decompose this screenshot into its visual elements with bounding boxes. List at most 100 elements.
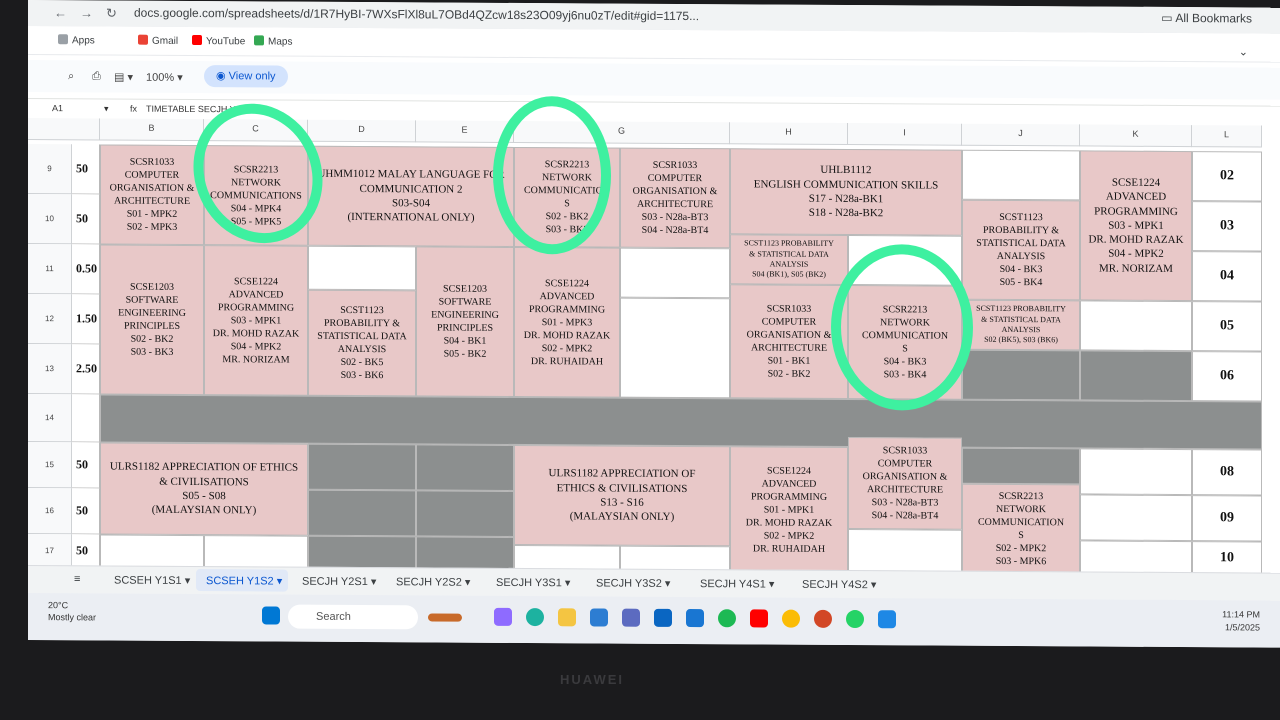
row-header-14[interactable]: 14 xyxy=(28,394,72,443)
timetable-cell[interactable]: SCSE1224 ADVANCED PROGRAMMING S03 - MPK1 DR.… xyxy=(1080,150,1192,302)
chrome-icon[interactable] xyxy=(782,609,800,628)
empty-cell[interactable] xyxy=(848,235,962,286)
time-cell[interactable]: 50 xyxy=(72,194,100,245)
timetable-cell[interactable]: SCST1123 PROBABILITY & STATISTICAL DATA ANA… xyxy=(962,199,1080,301)
timetable-cell[interactable]: ULRS1182 APPRECIATION OF ETHICS & CIVILIS… xyxy=(100,442,308,536)
bookmark-gmail[interactable]: Gmail xyxy=(138,34,178,47)
timetable-cell[interactable]: SCSR1033 COMPUTER ORGANISATION & ARCHITECTU… xyxy=(730,284,848,400)
timetable-cell[interactable]: SCSR2213 NETWORK COMMUNICATION S S04 - BK3 S0… xyxy=(848,285,962,400)
column-header-l[interactable]: L xyxy=(1192,125,1262,148)
outlook-icon[interactable] xyxy=(654,608,672,627)
blocked-cell[interactable] xyxy=(416,490,514,537)
lunch-break-row[interactable] xyxy=(100,394,1262,450)
column-header-j[interactable]: J xyxy=(962,123,1080,147)
slot-number[interactable]: 09 xyxy=(1192,495,1262,542)
row-header-16[interactable]: 16 xyxy=(28,488,72,535)
column-header-k[interactable]: K xyxy=(1080,124,1192,148)
slot-number[interactable]: 04 xyxy=(1192,251,1262,302)
row-header-10[interactable]: 10 xyxy=(28,194,72,245)
row-header-12[interactable]: 12 xyxy=(28,294,72,345)
timetable-cell[interactable]: SCSR2213 NETWORK COMMUNICATION S S02 - BK2 S0… xyxy=(514,146,620,248)
spreadsheet-grid[interactable]: B C D E G H I J K L 9 10 11 12 13 14 15 … xyxy=(28,118,1280,576)
copilot-icon[interactable] xyxy=(494,607,512,626)
search-icon[interactable]: ⌕ xyxy=(68,70,74,83)
app-icon[interactable] xyxy=(622,608,640,627)
all-bookmarks-button[interactable]: ▭ All Bookmarks xyxy=(1161,11,1252,26)
column-header-d[interactable]: D xyxy=(308,119,416,143)
timetable-cell[interactable]: SCSR1033 COMPUTER ORGANISATION & ARCHITECTU… xyxy=(848,437,962,530)
paint-format-icon[interactable]: ▤ ▾ xyxy=(114,71,133,84)
slot-number[interactable]: 05 xyxy=(1192,301,1262,352)
tab-scseh-y1s1[interactable]: SCSEH Y1S1 ▾ xyxy=(114,574,190,587)
all-sheets-icon[interactable]: ≡ xyxy=(74,573,80,585)
tab-secjh-y4s2[interactable]: SECJH Y4S2 ▾ xyxy=(802,578,876,591)
empty-cell[interactable] xyxy=(1080,448,1192,496)
taskbar-search[interactable]: Search xyxy=(288,604,418,630)
timetable-cell[interactable]: SCSR1033 COMPUTER ORGANISATION & ARCHITECTU… xyxy=(620,147,730,249)
bookmark-maps[interactable]: Maps xyxy=(254,35,292,48)
system-clock[interactable]: 11:14 PM 1/5/2025 xyxy=(1222,608,1260,634)
timetable-cell[interactable]: SCST1123 PROBABILITY & STATISTICAL DATA AN… xyxy=(962,299,1080,351)
corner-header[interactable] xyxy=(28,118,100,141)
timetable-cell[interactable]: SCSE1203 SOFTWARE ENGINEERING PRINCIPLES S04… xyxy=(416,246,514,397)
timetable-cell[interactable]: SCSE1224 ADVANCED PROGRAMMING S03 - MPK1 DR.… xyxy=(204,245,308,396)
time-cell[interactable]: 50 xyxy=(72,442,100,489)
column-header-i[interactable]: I xyxy=(848,123,962,146)
empty-cell[interactable] xyxy=(100,534,204,570)
start-icon[interactable] xyxy=(262,606,280,625)
back-icon[interactable]: ← xyxy=(54,5,67,20)
print-icon[interactable]: ⎙ xyxy=(92,70,101,83)
time-cell[interactable]: 1.50 xyxy=(72,294,100,345)
zoom-select[interactable]: 100% ▾ xyxy=(146,71,183,84)
slot-number[interactable]: 10 xyxy=(1192,541,1262,576)
blocked-cell[interactable] xyxy=(308,489,416,537)
name-box[interactable]: A1 xyxy=(52,103,63,113)
blocked-cell[interactable] xyxy=(308,443,416,491)
timetable-cell[interactable]: SCSR1033 COMPUTER ORGANISATION & ARCHITECTU… xyxy=(100,144,204,246)
timetable-cell[interactable]: SCSE1224 ADVANCED PROGRAMMING S01 - MPK1 DR.… xyxy=(730,446,848,574)
empty-cell[interactable] xyxy=(1080,494,1192,542)
tab-secjh-y3s1[interactable]: SECJH Y3S1 ▾ xyxy=(496,576,570,589)
slot-number[interactable]: 02 xyxy=(1192,151,1262,202)
slot-number[interactable]: 06 xyxy=(1192,351,1262,402)
tab-secjh-y2s2[interactable]: SECJH Y2S2 ▾ xyxy=(396,575,470,588)
timetable-cell[interactable]: SCSE1224 ADVANCED PROGRAMMING S01 - MPK3 DR.… xyxy=(514,246,620,398)
youtube-app-icon[interactable] xyxy=(750,609,768,628)
row-header-11[interactable]: 11 xyxy=(28,244,72,295)
widget-icon[interactable] xyxy=(428,613,462,622)
forward-icon[interactable]: → xyxy=(80,5,93,20)
column-header-e[interactable]: E xyxy=(416,120,514,143)
store-icon[interactable] xyxy=(590,608,608,627)
chevron-down-icon[interactable]: ⌄ xyxy=(1239,45,1248,58)
name-box-dropdown-icon[interactable]: ▾ xyxy=(104,103,109,114)
timetable-cell[interactable]: UHMM1012 MALAY LANGUAGE FOR COMMUNICATION… xyxy=(308,145,514,247)
bookmark-apps[interactable]: Apps xyxy=(58,34,95,46)
whatsapp-icon[interactable] xyxy=(846,609,864,629)
tab-scseh-y1s2[interactable]: SCSEH Y1S2 ▾ xyxy=(206,574,282,587)
time-cell[interactable]: 50 xyxy=(72,488,100,535)
timetable-cell[interactable]: SCST1123 PROBABILITY & STATISTICAL DATA ANA… xyxy=(308,289,416,397)
row-header-13[interactable]: 13 xyxy=(28,344,72,395)
calendar-icon[interactable] xyxy=(686,609,704,628)
blocked-cell[interactable] xyxy=(962,447,1080,485)
time-cell[interactable]: 50 xyxy=(72,534,100,569)
view-only-button[interactable]: ◉ View only xyxy=(204,65,288,88)
powerpoint-icon[interactable] xyxy=(814,609,832,628)
empty-cell[interactable] xyxy=(620,297,730,399)
timetable-cell[interactable]: SCSR2213 NETWORK COMMUNICATIONS S04 - MPK4 S… xyxy=(204,145,308,246)
blocked-cell[interactable] xyxy=(416,536,514,571)
time-cell[interactable]: 50 xyxy=(72,144,100,195)
timetable-cell[interactable]: UHLB1112 ENGLISH COMMUNICATION SKILLS S17 … xyxy=(730,148,962,236)
bookmark-youtube[interactable]: YouTube xyxy=(192,35,245,47)
spotify-icon[interactable] xyxy=(718,609,736,628)
time-cell[interactable]: 0.50 xyxy=(72,244,100,295)
tab-secjh-y4s1[interactable]: SECJH Y4S1 ▾ xyxy=(700,577,774,590)
blocked-cell[interactable] xyxy=(962,349,1080,401)
tab-secjh-y3s2[interactable]: SECJH Y3S2 ▾ xyxy=(596,576,670,589)
timetable-cell[interactable]: SCSR2213 NETWORK COMMUNICATION S S02 - MPK2 S… xyxy=(962,483,1080,575)
column-header-g[interactable]: G xyxy=(514,120,730,145)
column-header-h[interactable]: H xyxy=(730,122,848,146)
tab-secjh-y2s1[interactable]: SECJH Y2S1 ▾ xyxy=(302,575,376,588)
break-cell[interactable] xyxy=(72,394,100,443)
url-field[interactable]: docs.google.com/spreadsheets/d/1R7HyBI-7… xyxy=(134,6,699,23)
